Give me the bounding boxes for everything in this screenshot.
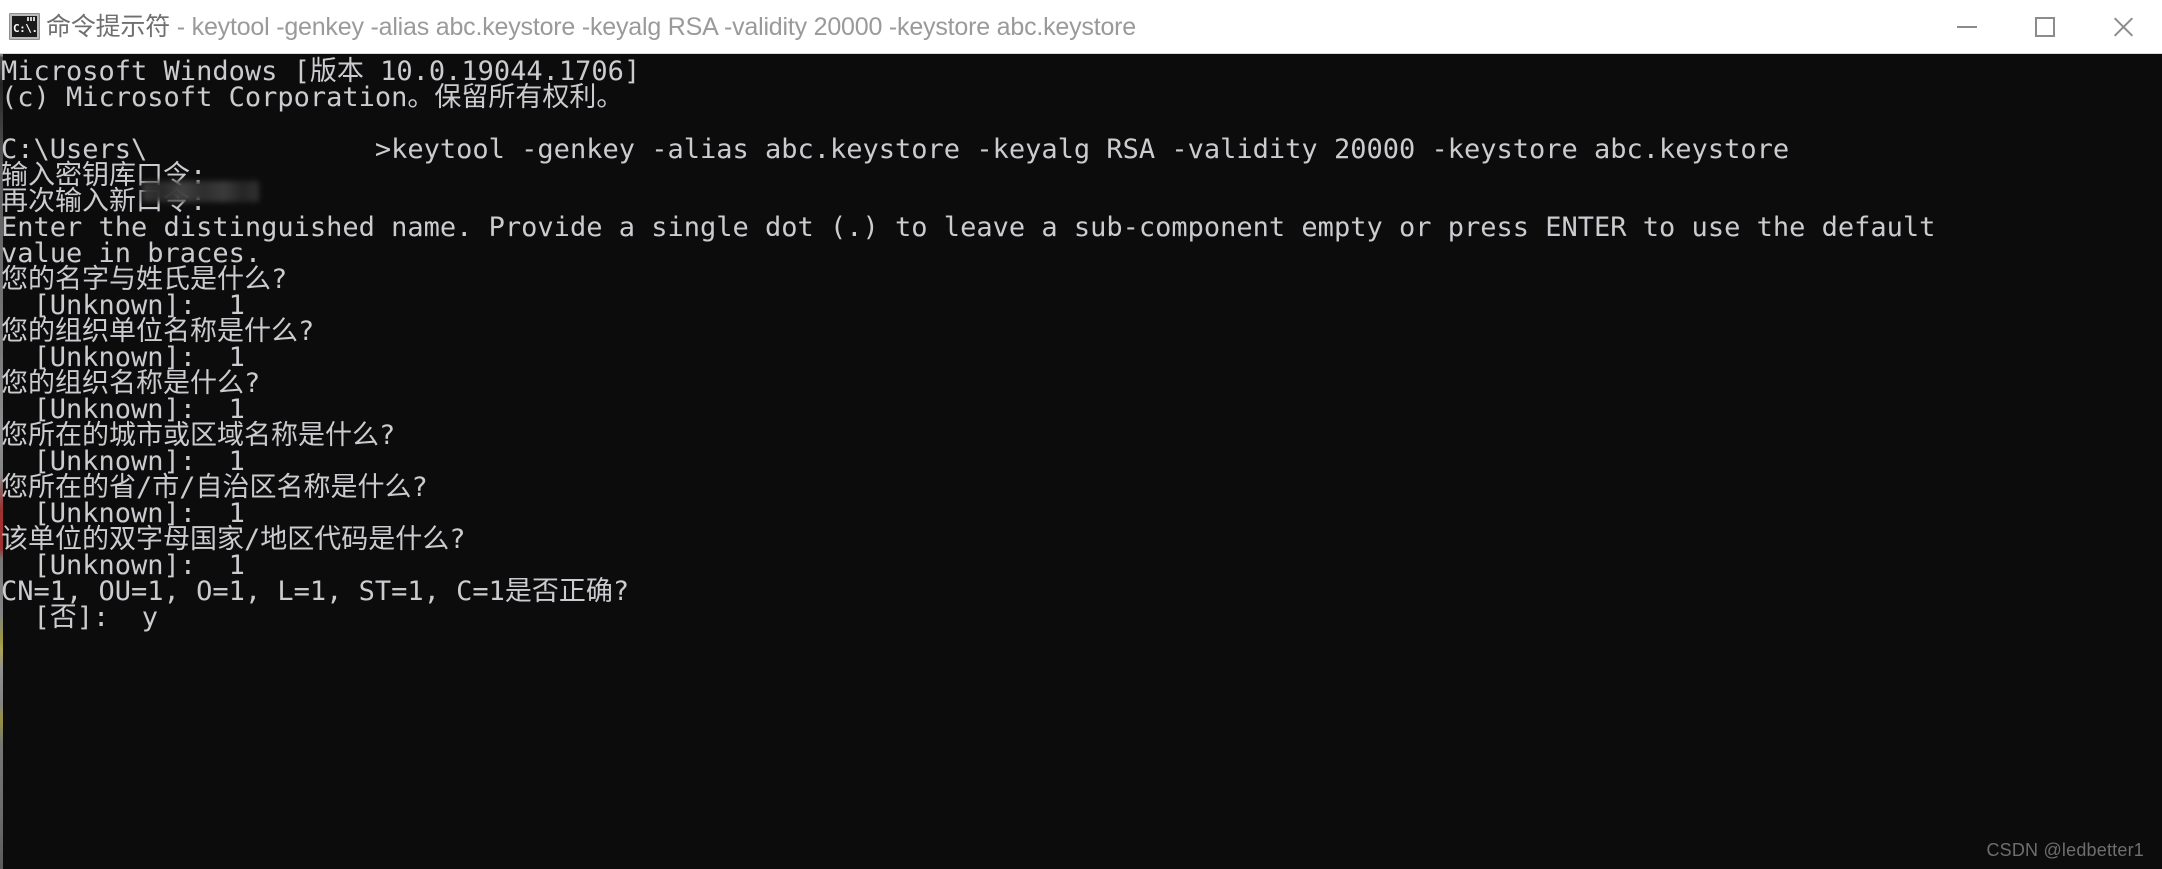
console-line: 您的组织单位名称是什么?: [1, 316, 315, 347]
console-line: CN=1, OU=1, O=1, L=1, ST=1, C=1是否正确?: [1, 576, 630, 607]
window-controls: [1928, 0, 2162, 54]
console-line: value in braces.: [1, 238, 262, 269]
icon-title-dots: [27, 16, 36, 21]
console-line: 您所在的省/市/自治区名称是什么?: [1, 472, 428, 503]
close-button[interactable]: [2084, 0, 2162, 54]
console-line: 您的名字与姓氏是什么?: [1, 264, 288, 295]
command-prompt-window: C:\. 命令提示符 - keytool -genkey -alias abc.…: [0, 0, 2162, 869]
window-title: 命令提示符 - keytool -genkey -alias abc.keyst…: [46, 12, 1136, 42]
minimize-icon: [1957, 25, 1977, 28]
console-line: (c) Microsoft Corporation。保留所有权利。: [1, 82, 624, 113]
window-title-app: 命令提示符: [46, 12, 171, 41]
console-line: 输入密钥库口令:: [1, 160, 207, 191]
window-titlebar[interactable]: C:\. 命令提示符 - keytool -genkey -alias abc.…: [0, 0, 2162, 54]
console-line: [否]: y: [1, 602, 159, 633]
csdn-watermark: CSDN @ledbetter1: [1986, 840, 2144, 860]
titlebar-left-group: C:\. 命令提示符 - keytool -genkey -alias abc.…: [0, 12, 1928, 42]
maximize-button[interactable]: [2006, 0, 2084, 54]
console-output-area[interactable]: Microsoft Windows [版本 10.0.19044.1706] (c…: [0, 54, 2162, 869]
console-line: C:\Users\ >keytool -genkey -alias abc.ke…: [1, 134, 1790, 165]
window-title-separator: -: [170, 12, 192, 41]
redacted-username-block: [142, 181, 259, 202]
window-title-command: keytool -genkey -alias abc.keystore -key…: [191, 12, 1137, 41]
console-line: Enter the distinguished name. Provide a …: [1, 212, 1936, 243]
console-text: Microsoft Windows [版本 10.0.19044.1706] (c…: [0, 54, 1935, 631]
console-line: 您的组织名称是什么?: [1, 368, 261, 399]
command-prompt-icon: C:\.: [9, 13, 40, 40]
close-icon: [2112, 16, 2134, 38]
console-line: [Unknown]: 1: [1, 342, 245, 373]
console-line: 您所在的城市或区域名称是什么?: [1, 420, 396, 451]
maximize-icon: [2035, 16, 2055, 37]
console-line: 该单位的双字母国家/地区代码是什么?: [1, 524, 466, 555]
icon-prompt-text: C:\.: [12, 21, 37, 37]
minimize-button[interactable]: [1928, 0, 2006, 54]
